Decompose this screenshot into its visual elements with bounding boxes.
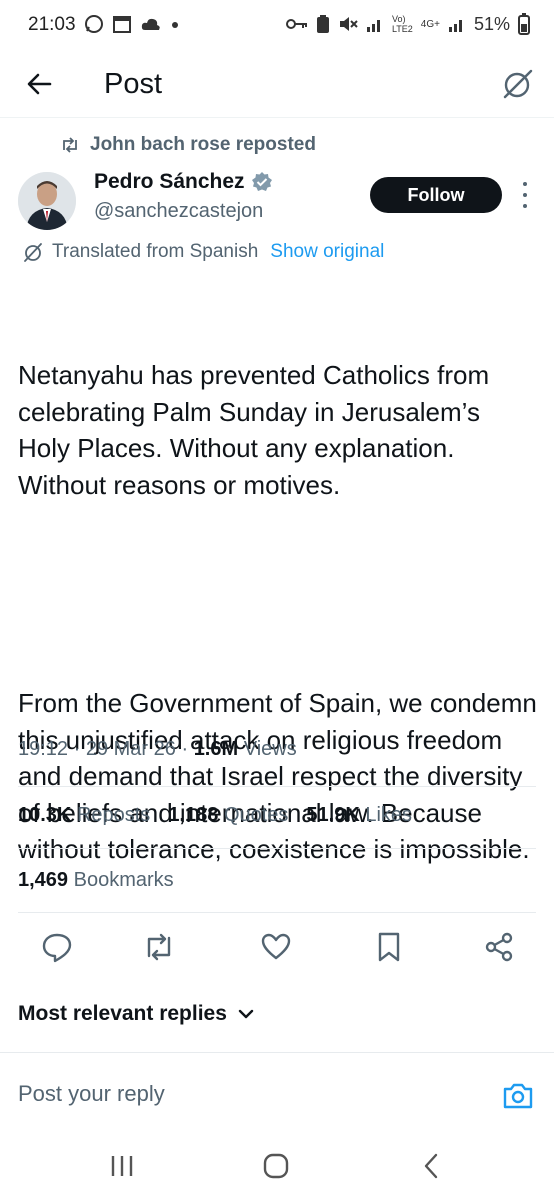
author-name-row[interactable]: Pedro Sánchez: [94, 170, 273, 194]
battery-saver-icon: [316, 15, 329, 33]
share-button[interactable]: [482, 930, 516, 964]
replies-sort-label: Most relevant replies: [18, 1002, 227, 1025]
battery-icon: [518, 13, 530, 35]
home-icon: [263, 1153, 289, 1179]
author-handle[interactable]: @sanchezcastejon: [94, 200, 263, 223]
avatar-image: [18, 172, 76, 230]
repost-text: John bach rose reposted: [90, 134, 316, 155]
grok-button[interactable]: [500, 66, 536, 102]
reply-input[interactable]: [18, 1081, 458, 1107]
divider: [18, 786, 536, 787]
repost-button[interactable]: [142, 930, 176, 964]
reply-composer: [0, 1052, 554, 1132]
meta-separator: ·: [73, 738, 86, 760]
likes-stat[interactable]: 51.9K Likes: [306, 804, 412, 827]
more-dot-icon: [523, 204, 527, 208]
more-dot-icon: [523, 193, 527, 197]
author-name: Pedro Sánchez: [94, 170, 245, 193]
views-count: 1.6M: [193, 738, 239, 760]
reply-button[interactable]: [40, 930, 74, 964]
status-notification-icons: [84, 14, 180, 34]
views-label: Views: [243, 738, 297, 760]
repost-icon: [147, 933, 171, 961]
battery-percent: 51%: [473, 13, 510, 34]
recent-apps-icon: [111, 1156, 133, 1176]
grok-icon: [503, 69, 533, 99]
status-system-icons: Vo) LTE2 4G+ 51%: [285, 13, 530, 35]
more-dot-icon: [523, 182, 527, 186]
post-paragraph: From the Government of Spain, we condemn…: [18, 688, 545, 864]
engagement-stats: 10.3K Reposts 1,188 Quotes 51.9K Likes: [18, 804, 412, 827]
chevron-down-icon: [238, 1009, 254, 1019]
nav-back-button[interactable]: [416, 1150, 448, 1182]
meta-separator: ·: [181, 738, 194, 760]
reply-icon: [42, 933, 72, 963]
system-navigation-bar: [0, 1132, 554, 1200]
more-options-button[interactable]: [516, 182, 534, 208]
avatar[interactable]: [18, 172, 76, 230]
back-button[interactable]: [24, 68, 56, 100]
top-header: Post: [0, 52, 554, 118]
action-bar: [0, 926, 554, 970]
share-icon: [485, 932, 513, 962]
post-time: 19:12: [18, 738, 69, 760]
translate-grok-icon: [24, 243, 42, 262]
translation-label: Translated from Spanish: [52, 241, 259, 262]
whatsapp-icon: [85, 15, 103, 33]
replies-sort-dropdown[interactable]: Most relevant replies: [18, 1002, 255, 1026]
cloud-icon: [141, 18, 160, 30]
bookmark-button[interactable]: [372, 930, 406, 964]
status-bar: 21:03 Vo) LTE2 4G+ 51%: [0, 0, 554, 52]
chevron-left-icon: [424, 1153, 438, 1179]
like-icon: [261, 933, 291, 960]
repost-small-icon: [63, 137, 77, 153]
verified-badge-icon: [251, 172, 272, 191]
camera-icon: [503, 1083, 533, 1109]
status-time: 21:03: [28, 14, 76, 35]
recent-apps-button[interactable]: [106, 1150, 138, 1182]
mute-icon: [339, 17, 358, 31]
volte-label: Vo) LTE2: [391, 14, 413, 34]
signal-icon-2: [448, 20, 462, 32]
back-arrow-icon: [27, 73, 52, 95]
signal-icon: [366, 20, 380, 32]
show-original-link[interactable]: Show original: [270, 241, 384, 263]
repost-indicator[interactable]: John bach rose reposted: [60, 134, 316, 156]
dot-icon: [172, 22, 178, 28]
home-button[interactable]: [260, 1150, 292, 1182]
bookmark-icon: [378, 932, 400, 962]
like-button[interactable]: [259, 930, 293, 964]
camera-button[interactable]: [502, 1081, 534, 1111]
divider: [18, 912, 536, 913]
divider: [18, 848, 536, 849]
post-paragraph: Netanyahu has prevented Catholics from c…: [18, 360, 497, 500]
post-meta: 19:12 · 29 Mar 26 · 1.6M Views: [18, 738, 297, 761]
bookmarks-stat[interactable]: 1,469 Bookmarks: [18, 869, 174, 892]
calendar-icon: [113, 16, 131, 33]
network-type-label: 4G+: [420, 18, 440, 30]
key-icon: [285, 19, 307, 29]
translation-notice: Translated from Spanish Show original: [22, 241, 384, 263]
reposts-stat[interactable]: 10.3K Reposts: [18, 804, 150, 827]
quotes-stat[interactable]: 1,188 Quotes: [168, 804, 288, 827]
follow-button[interactable]: Follow: [370, 177, 502, 213]
post-date: 29 Mar 26: [85, 738, 176, 760]
page-title: Post: [104, 68, 163, 100]
